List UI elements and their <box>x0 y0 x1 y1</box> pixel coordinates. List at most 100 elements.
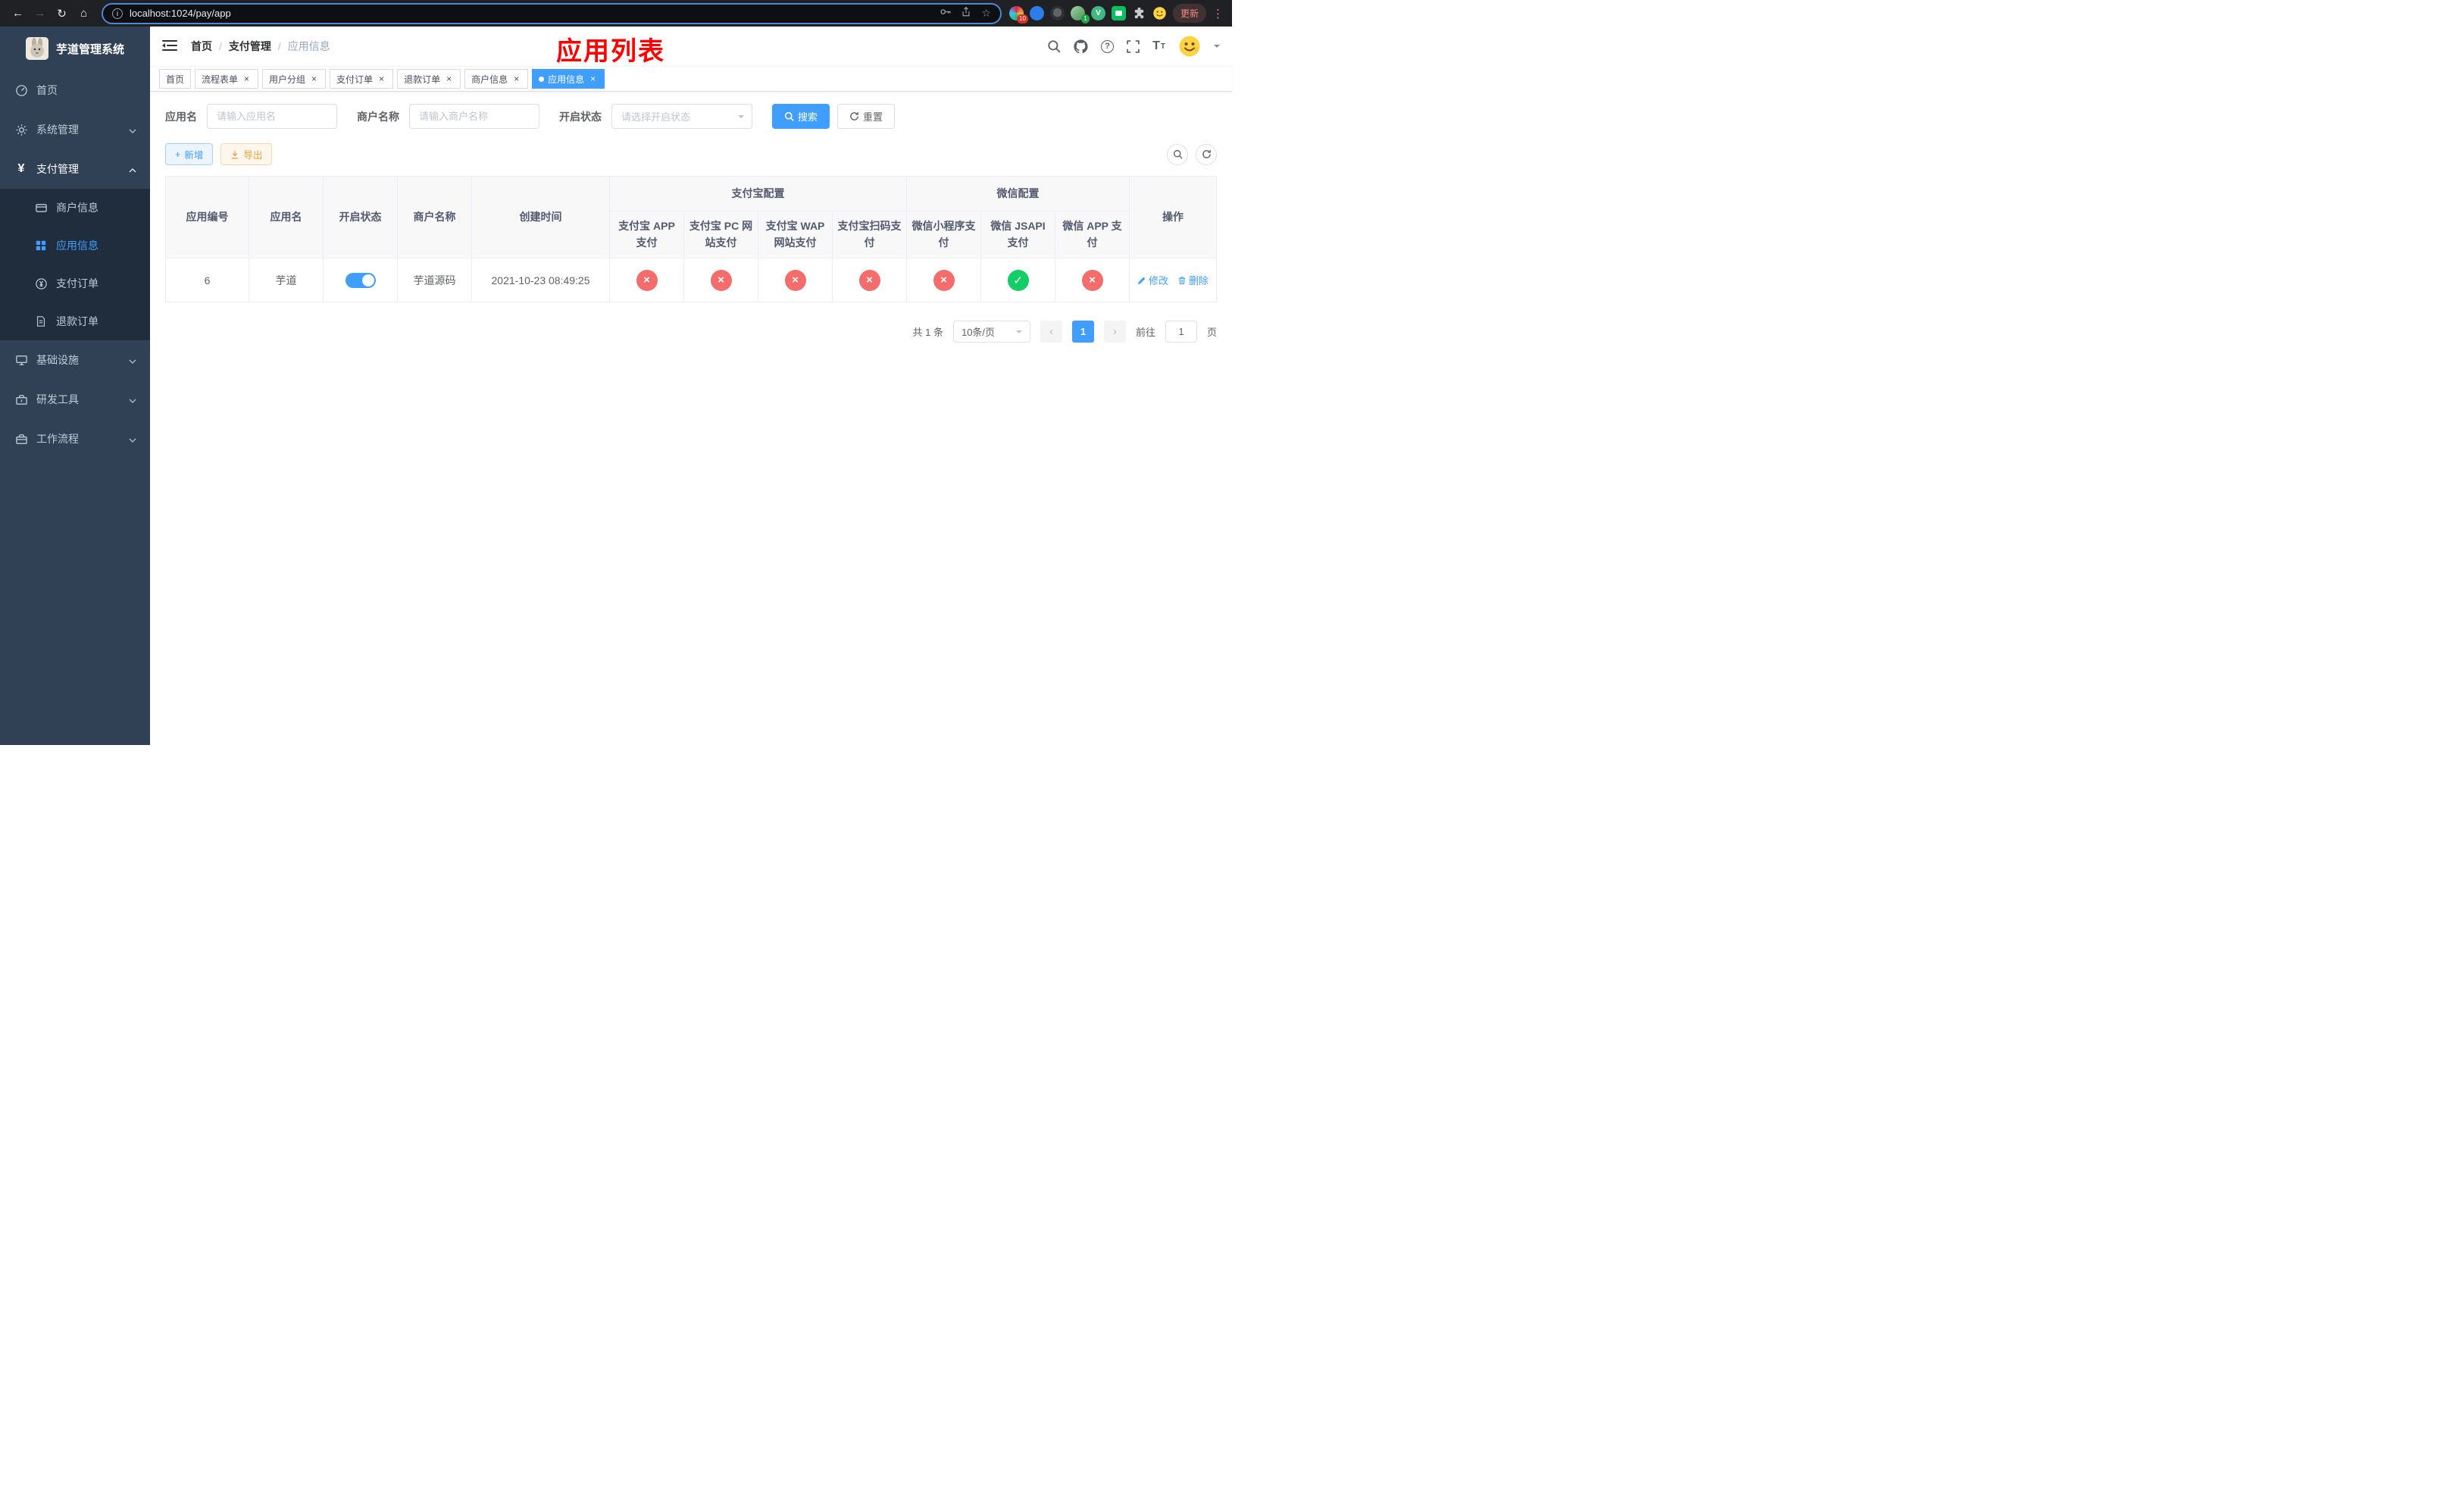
tags-view-bar: 首页 流程表单 × 用户分组 × 支付订单 × 退款订单 × 商户信息 × 应用… <box>150 66 1232 92</box>
page-1-button[interactable]: 1 <box>1071 321 1094 343</box>
fullscreen-icon[interactable] <box>1127 39 1140 53</box>
extension-icon-2[interactable] <box>1029 6 1044 20</box>
logo-image <box>25 37 48 60</box>
profile-avatar-icon[interactable] <box>1152 6 1167 20</box>
tab-pay-order[interactable]: 支付订单 × <box>330 69 394 89</box>
edit-link[interactable]: 修改 <box>1137 273 1168 287</box>
password-key-icon[interactable] <box>940 6 952 21</box>
tab-process-form[interactable]: 流程表单 × <box>195 69 259 89</box>
extension-icon-6[interactable] <box>1111 6 1126 20</box>
sidebar-item-system[interactable]: 系统管理 <box>0 110 150 149</box>
omnibox-actions: ☆ <box>940 6 991 21</box>
tab-merchant-info[interactable]: 商户信息 × <box>464 69 529 89</box>
sidebar-menu: 首页 系统管理 ¥ 支付管理 商户信息 应用信息 支付订单 退款订单 基础设施 … <box>0 70 150 459</box>
reset-button[interactable]: 重置 <box>837 104 896 129</box>
filter-form: 应用名 商户名称 开启状态 请选择开启状态 搜索 重置 <box>165 104 1217 129</box>
status-label: 开启状态 <box>559 110 602 123</box>
extension-icon-5[interactable]: V <box>1090 6 1105 20</box>
close-icon[interactable]: × <box>444 74 454 84</box>
app-name-input[interactable] <box>207 104 337 129</box>
close-icon[interactable]: × <box>377 74 386 84</box>
sidebar-subitem-app-info[interactable]: 应用信息 <box>0 227 150 265</box>
top-navbar: 首页 / 支付管理 / 应用信息 i? <box>150 27 1232 66</box>
breadcrumb-home[interactable]: 首页 <box>191 39 212 54</box>
breadcrumb-payment[interactable]: 支付管理 <box>229 39 271 54</box>
help-icon[interactable]: i? <box>1101 39 1115 53</box>
avatar-caret-icon[interactable] <box>1214 45 1220 51</box>
tab-refund-order[interactable]: 退款订单 × <box>397 69 461 89</box>
sidebar-subitem-merchant-info[interactable]: 商户信息 <box>0 189 150 227</box>
chevron-up-icon <box>129 163 136 175</box>
app-frame: 芋道管理系统 首页 系统管理 ¥ 支付管理 商户信息 应用信息 支付订单 退款订… <box>0 27 1232 745</box>
app-table: 应用编号 应用名 开启状态 商户名称 创建时间 支付宝配置 微信配置 操作 支付… <box>165 176 1217 302</box>
close-icon[interactable]: × <box>242 74 252 84</box>
refresh-button[interactable] <box>1196 143 1217 165</box>
col-status: 开启状态 <box>323 176 398 258</box>
close-icon[interactable]: × <box>588 74 598 84</box>
hamburger-icon[interactable] <box>162 39 179 53</box>
chevron-down-icon <box>129 433 136 445</box>
merchant-name-input[interactable] <box>409 104 539 129</box>
sidebar-item-payment[interactable]: ¥ 支付管理 <box>0 149 150 189</box>
close-icon[interactable]: × <box>309 74 319 84</box>
url-text[interactable]: localhost:1024/pay/app <box>130 8 933 19</box>
page-size-value: 10条/页 <box>961 327 996 338</box>
sidebar-subitem-pay-order[interactable]: 支付订单 <box>0 265 150 302</box>
cell-wx-jsapi: ✓ <box>980 258 1055 302</box>
fail-icon: × <box>858 269 880 291</box>
extension-icon-4[interactable]: 1 <box>1070 6 1090 23</box>
share-icon[interactable] <box>961 6 971 21</box>
extension-icon-3[interactable] <box>1049 6 1065 20</box>
delete-link[interactable]: 删除 <box>1177 273 1209 287</box>
toggle-search-button[interactable] <box>1167 143 1188 165</box>
site-info-icon[interactable]: i <box>112 8 123 19</box>
extensions-puzzle-icon[interactable] <box>1132 6 1146 20</box>
plus-icon: + <box>175 149 181 160</box>
next-page-button[interactable]: › <box>1103 321 1126 343</box>
credit-card-icon <box>33 201 48 214</box>
browser-update-button[interactable]: 更新 <box>1172 4 1206 23</box>
browser-reload-button[interactable]: ↻ <box>52 3 72 23</box>
col-wx-app: 微信 APP 支付 <box>1055 211 1130 258</box>
sidebar-item-label: 工作流程 <box>36 433 79 445</box>
sidebar: 芋道管理系统 首页 系统管理 ¥ 支付管理 商户信息 应用信息 支付订单 退款订… <box>0 27 150 745</box>
cell-alipay-qr: × <box>832 258 907 302</box>
export-button[interactable]: 导出 <box>220 143 273 165</box>
chevron-down-icon <box>129 354 136 366</box>
close-icon[interactable]: × <box>511 74 521 84</box>
prev-page-button[interactable]: ‹ <box>1040 321 1062 343</box>
sidebar-item-label: 研发工具 <box>36 393 79 405</box>
tab-user-group[interactable]: 用户分组 × <box>262 69 327 89</box>
add-button[interactable]: + 新增 <box>165 143 214 165</box>
tab-home[interactable]: 首页 <box>159 69 192 89</box>
goto-page-input[interactable] <box>1165 321 1197 343</box>
page-size-select[interactable]: 10条/页 <box>952 321 1030 343</box>
font-size-icon[interactable]: TT <box>1152 39 1165 53</box>
browser-menu-icon[interactable]: ⋮ <box>1212 7 1224 20</box>
app-name-label: 应用名 <box>165 110 197 123</box>
sidebar-item-infrastructure[interactable]: 基础设施 <box>0 340 150 380</box>
sidebar-item-home[interactable]: 首页 <box>0 70 150 110</box>
tab-label: 应用信息 <box>548 74 585 85</box>
bookmark-star-icon[interactable]: ☆ <box>981 7 991 20</box>
add-button-label: 新增 <box>184 150 204 161</box>
sidebar-item-workflow[interactable]: 工作流程 <box>0 419 150 459</box>
search-button[interactable]: 搜索 <box>772 104 830 129</box>
dashboard-icon <box>14 83 29 97</box>
export-button-label: 导出 <box>243 150 263 161</box>
browser-back-button[interactable]: ← <box>8 3 28 23</box>
browser-forward-button[interactable]: → <box>30 3 50 23</box>
search-icon[interactable] <box>1047 39 1061 53</box>
extension-icon-1[interactable]: 10 <box>1008 6 1028 23</box>
status-toggle[interactable] <box>345 272 376 288</box>
status-select[interactable]: 请选择开启状态 <box>611 104 752 129</box>
user-avatar[interactable] <box>1178 35 1201 58</box>
col-alipay-pc: 支付宝 PC 网站支付 <box>683 211 758 258</box>
address-bar[interactable]: i localhost:1024/pay/app ☆ <box>102 2 1002 24</box>
sidebar-subitem-refund-order[interactable]: 退款订单 <box>0 302 150 340</box>
tab-app-info[interactable]: 应用信息 × <box>532 69 605 89</box>
browser-home-button[interactable]: ⌂ <box>73 3 94 23</box>
github-icon[interactable] <box>1074 39 1088 54</box>
sidebar-item-dev-tools[interactable]: 研发工具 <box>0 380 150 419</box>
chevron-down-icon <box>1015 330 1022 337</box>
